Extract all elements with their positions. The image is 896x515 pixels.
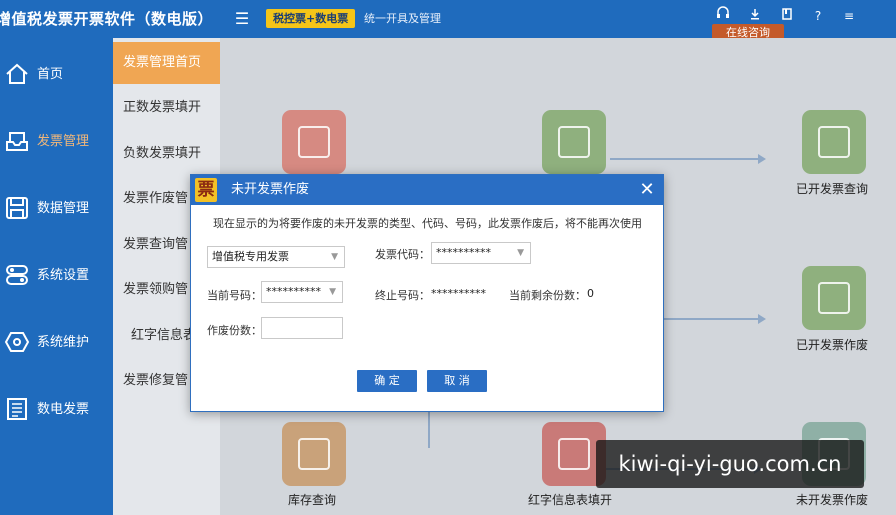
end-number-value: ********** <box>431 287 486 300</box>
dialog-title: 未开发票作废 <box>231 182 310 197</box>
tile-label-unissued-void: 未开发票作废 <box>796 493 869 507</box>
refresh-box-icon <box>558 126 590 158</box>
tile-issued-query[interactable] <box>802 110 866 174</box>
dialog-header: 票 未开发票作废 ✕ <box>191 175 663 205</box>
check-box-icon <box>818 126 850 158</box>
void-count-input[interactable] <box>261 317 343 339</box>
chevron-down-icon: ▼ <box>331 252 338 262</box>
mode-description: 统一开具及管理 <box>364 12 441 25</box>
app-title: 增值税发票开票软件（数电版） <box>0 10 214 28</box>
tile-label-issued-void: 已开发票作废 <box>796 338 869 352</box>
remaining-count-label: 当前剩余份数： <box>509 289 586 302</box>
help-icon[interactable]: ? <box>807 5 829 27</box>
sidebar-item-system-maintenance[interactable]: 系统维护 <box>0 323 113 363</box>
current-number-select[interactable]: ********** ▼ <box>261 281 343 303</box>
sidebar-item-data-management[interactable]: 数据管理 <box>0 189 113 229</box>
sidebar-item-label: 发票管理 <box>37 134 90 149</box>
flow-arrow <box>758 154 766 164</box>
tile-label-red-info-fill: 红字信息表填开 <box>528 493 613 507</box>
dialog-notice: 现在显示的为将要作废的未开发票的类型、代码、号码，此发票作废后，将不能再次使用 <box>213 217 642 230</box>
flow-arrow <box>758 314 766 324</box>
flow-line <box>610 158 760 160</box>
confirm-button[interactable]: 确 定 <box>357 370 417 392</box>
submenu-item-positive-invoice[interactable]: 正数发票填开 <box>113 87 220 129</box>
chevron-down-icon: ▼ <box>517 248 524 258</box>
sidebar-item-label: 数据管理 <box>37 201 90 216</box>
submenu-item-negative-invoice[interactable]: 负数发票填开 <box>113 133 220 175</box>
more-menu-icon[interactable]: ≡ <box>838 5 860 27</box>
sidebar-item-label: 系统维护 <box>37 335 90 350</box>
tile-invoice-fill[interactable] <box>542 110 606 174</box>
sidebar-item-system-settings[interactable]: 系统设置 <box>0 256 113 296</box>
cancel-button[interactable]: 取 消 <box>427 370 487 392</box>
tile-issued-void[interactable] <box>802 266 866 330</box>
save-icon <box>4 195 30 221</box>
tile-stock-query[interactable] <box>282 422 346 486</box>
home-icon <box>4 61 30 87</box>
sidebar-item-digital-invoice[interactable]: 数电发票 <box>0 390 113 430</box>
end-number-label: 终止号码： <box>375 289 430 302</box>
chevron-down-icon: ▼ <box>329 287 336 297</box>
menu-toggle-icon[interactable]: ☰ <box>232 9 252 29</box>
void-unissued-dialog: 票 未开发票作废 ✕ 现在显示的为将要作废的未开发票的类型、代码、号码，此发票作… <box>190 174 664 412</box>
sidebar-item-invoice-management[interactable]: 发票管理 <box>0 122 113 162</box>
flow-line <box>428 408 430 448</box>
invoice-code-select[interactable]: ********** ▼ <box>431 242 531 264</box>
invoice-code-label: 发票代码： <box>375 248 430 261</box>
current-number-value: ********** <box>266 285 321 298</box>
mode-badge: 税控票+数电票 <box>266 9 356 28</box>
sidebar-item-label: 首页 <box>37 67 64 82</box>
document-icon <box>4 396 30 422</box>
search-box-icon <box>298 438 330 470</box>
tile-issue-invoice[interactable] <box>282 110 346 174</box>
remaining-count-value: 0 <box>587 287 594 300</box>
submenu-item-invoice-home[interactable]: 发票管理首页 <box>113 42 220 84</box>
void-count-label: 作废份数： <box>207 324 262 337</box>
sidebar-item-label: 数电发票 <box>37 402 90 417</box>
sidebar-item-home[interactable]: 首页 <box>0 55 113 95</box>
current-number-label: 当前号码： <box>207 289 262 302</box>
tile-label-issued-query: 已开发票查询 <box>796 182 869 196</box>
sidebar-item-label: 系统设置 <box>37 268 90 283</box>
invoice-type-value: 增值税专用发票 <box>212 250 289 263</box>
hexagon-icon <box>4 329 30 355</box>
close-icon[interactable]: ✕ <box>635 177 659 203</box>
invoice-code-value: ********** <box>436 246 491 259</box>
invoice-logo-icon: 票 <box>195 178 217 202</box>
invoice-type-select[interactable]: 增值税专用发票 ▼ <box>207 246 345 268</box>
toggle-icon <box>4 262 30 288</box>
tile-label-stock-query: 库存查询 <box>288 493 337 507</box>
scissors-box-icon <box>818 282 850 314</box>
download-box-icon <box>298 126 330 158</box>
form-box-icon <box>558 438 590 470</box>
watermark-text: kiwi-qi-yi-guo.com.cn <box>596 440 864 488</box>
invoice-tray-icon <box>4 128 30 154</box>
sidebar: 首页 发票管理 数据管理 系统设置 系统维护 数电发票 <box>0 38 113 515</box>
